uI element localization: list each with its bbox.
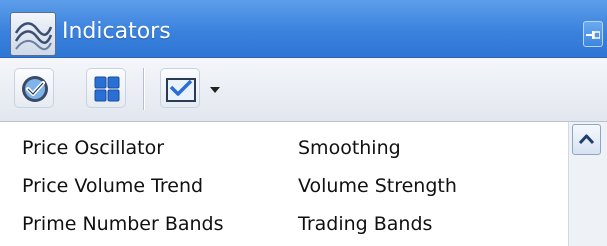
scroll-track[interactable] [572, 158, 601, 246]
indicator-chart-icon [10, 12, 56, 56]
check-button[interactable] [14, 68, 54, 108]
check-chart-icon [166, 78, 196, 102]
list-item-name: Price Volume Trend [22, 175, 204, 197]
indicator-list: Price Oscillator Smoothing Price Volume … [0, 122, 607, 246]
list-item-name: Volume Strength [298, 175, 457, 197]
list-item[interactable]: Price Volume Trend Volume Strength [0, 168, 565, 204]
pin-icon [586, 31, 600, 39]
title-bar: Indicators [0, 0, 607, 58]
pin-button[interactable] [583, 21, 603, 47]
list-item-name: Trading Bands [298, 213, 433, 235]
grid-icon [94, 76, 120, 102]
list-item[interactable]: Price Oscillator Smoothing [0, 130, 565, 166]
check-circle-icon [22, 76, 48, 102]
chevron-up-icon [578, 134, 595, 145]
toolbar [0, 58, 607, 122]
scroll-up-button[interactable] [572, 124, 601, 155]
list-item-name: Smoothing [298, 137, 401, 159]
vertical-scrollbar[interactable] [568, 122, 607, 246]
toolbar-separator [143, 68, 144, 110]
window-title: Indicators [62, 19, 171, 44]
list-item-name: Price Oscillator [22, 137, 165, 159]
chart-check-button[interactable] [160, 68, 200, 108]
indicators-window: Indicators Price Oscillator Smoothing Pr… [0, 0, 607, 246]
chevron-down-icon[interactable] [210, 87, 220, 93]
grid-button[interactable] [86, 68, 126, 108]
list-item-name: Prime Number Bands [22, 213, 224, 235]
list-item[interactable]: Prime Number Bands Trading Bands [0, 206, 565, 242]
